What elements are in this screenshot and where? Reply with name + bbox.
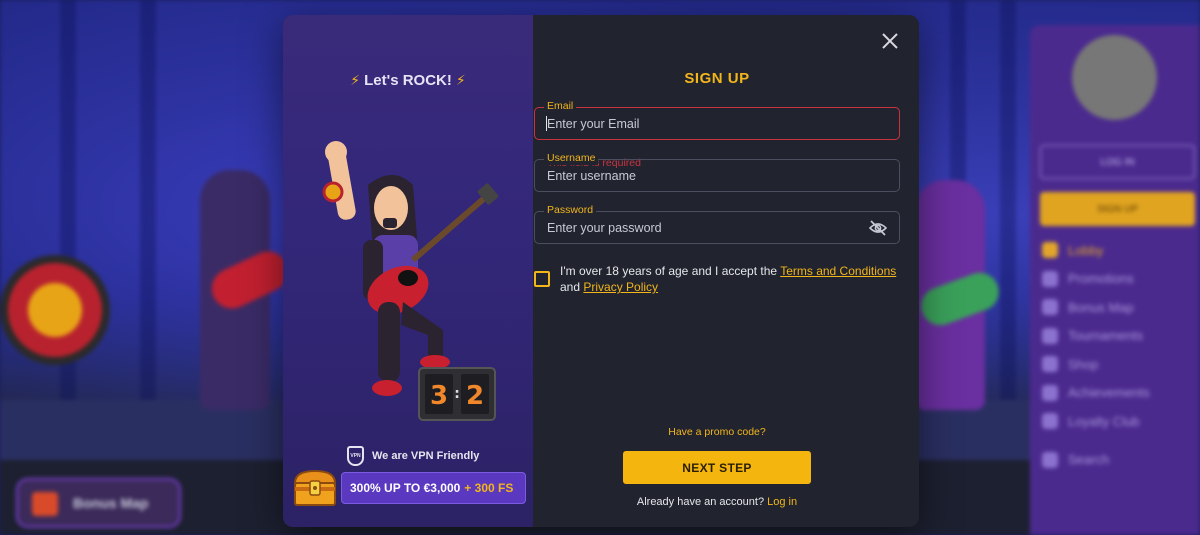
login-label: LOG IN — [1100, 156, 1135, 168]
promo-title: ⚡ Let's ROCK! ⚡ — [283, 72, 533, 89]
bonus-map-label: Bonus Map — [73, 495, 149, 511]
login-link[interactable]: Log in — [767, 496, 797, 508]
bonus-map-button[interactable]: Bonus Map — [16, 478, 181, 528]
side-menu-item-search[interactable]: Search — [1042, 446, 1192, 475]
side-menu-item-label: Promotions — [1068, 271, 1134, 287]
side-menu-item-label: Bonus Map — [1068, 299, 1134, 315]
side-menu-item-label: Search — [1068, 452, 1110, 468]
privacy-link[interactable]: Privacy Policy — [583, 280, 658, 294]
lightning-icon: ⚡ — [455, 72, 466, 88]
side-menu-item-promotions[interactable]: Promotions — [1042, 265, 1192, 294]
age-consent-row: I'm over 18 years of age and I accept th… — [534, 263, 900, 295]
login-button[interactable]: LOG IN — [1040, 145, 1195, 179]
age-consent-checkbox[interactable] — [534, 271, 550, 287]
side-menu-item-lobby[interactable]: Lobby — [1042, 236, 1192, 265]
curtain-fold — [60, 0, 76, 430]
avatar — [1072, 35, 1157, 120]
signup-modal: ⚡ Let's ROCK! ⚡ 3: 2 VPN We are VPN Fri… — [283, 15, 919, 527]
side-menu-item-bonus-map[interactable]: Bonus Map — [1042, 293, 1192, 322]
signup-button[interactable]: SIGN UP — [1040, 192, 1195, 226]
diamond-icon — [1042, 384, 1058, 401]
side-menu-item-tournaments[interactable]: Tournaments — [1042, 322, 1192, 351]
next-step-button[interactable]: NEXT STEP — [623, 451, 811, 484]
curtain-fold — [1000, 0, 1016, 430]
shop-icon — [1042, 356, 1058, 373]
side-menu: Lobby Promotions Bonus Map Tournaments S… — [1042, 236, 1192, 474]
consent-prefix: I'm over 18 years of age and I accept th… — [560, 264, 781, 278]
side-menu-item-label: Tournaments — [1068, 328, 1144, 344]
curtain-fold — [140, 0, 156, 430]
promo-panel: ⚡ Let's ROCK! ⚡ 3: 2 VPN We are VPN Fri… — [283, 15, 533, 527]
form-title: SIGN UP — [684, 70, 750, 87]
map-icon — [1042, 299, 1058, 316]
vpn-friendly: VPN We are VPN Friendly — [347, 445, 479, 467]
signup-form: SIGN UP Email This field is required Use… — [534, 15, 919, 527]
bonus-banner: 300% UP TO €3,000 + 300 FS — [291, 467, 526, 506]
trophy-icon — [1042, 327, 1058, 344]
side-menu-item-achievements[interactable]: Achievements — [1042, 379, 1192, 408]
side-menu-item-label: Lobby — [1068, 242, 1104, 258]
password-field: Password — [534, 204, 900, 244]
username-input[interactable] — [547, 160, 867, 191]
consent-text: I'm over 18 years of age and I accept th… — [560, 263, 900, 295]
rocker-illustration: 3 : 2 — [322, 141, 499, 421]
side-menu-item-shop[interactable]: Shop — [1042, 350, 1192, 379]
promo-code-link[interactable]: Have a promo code? — [534, 426, 900, 438]
promo-title-text: Let's ROCK! — [364, 72, 452, 89]
treasure-chest-icon — [293, 469, 337, 506]
drum-center — [28, 283, 82, 337]
side-menu-item-label: Achievements — [1068, 385, 1150, 401]
terms-link[interactable]: Terms and Conditions — [780, 264, 896, 278]
lobby-icon — [1042, 242, 1058, 259]
side-menu-item-label: Shop — [1068, 356, 1099, 372]
password-input[interactable] — [547, 212, 867, 243]
bonus-offer: 300% UP TO €3,000 + 300 FS — [341, 472, 526, 504]
score-right: 2 — [466, 381, 484, 411]
vpn-shield-icon: VPN — [347, 446, 364, 466]
bonus-free-spins: + 300 FS — [464, 481, 514, 495]
email-field: Email — [534, 100, 900, 140]
score-left: 3 — [430, 381, 448, 411]
promotions-icon — [1042, 270, 1058, 287]
signup-label: SIGN UP — [1096, 203, 1139, 215]
account-prefix: Already have an account? — [636, 496, 768, 508]
svg-text::: : — [454, 386, 460, 402]
loyalty-icon — [1042, 413, 1058, 430]
email-input[interactable] — [547, 108, 867, 139]
eye-off-icon[interactable] — [869, 220, 887, 236]
bonus-main-text: 300% UP TO €3,000 — [350, 481, 461, 495]
vpn-text: We are VPN Friendly — [372, 450, 480, 462]
username-field: Username — [534, 152, 900, 192]
search-icon — [1042, 451, 1058, 468]
lightning-icon: ⚡ — [350, 72, 361, 88]
account-row: Already have an account? Log in — [534, 496, 900, 508]
consent-middle: and — [560, 280, 584, 294]
side-menu-item-label: Loyalty Club — [1068, 413, 1140, 429]
side-menu-item-loyalty-club[interactable]: Loyalty Club — [1042, 407, 1192, 436]
